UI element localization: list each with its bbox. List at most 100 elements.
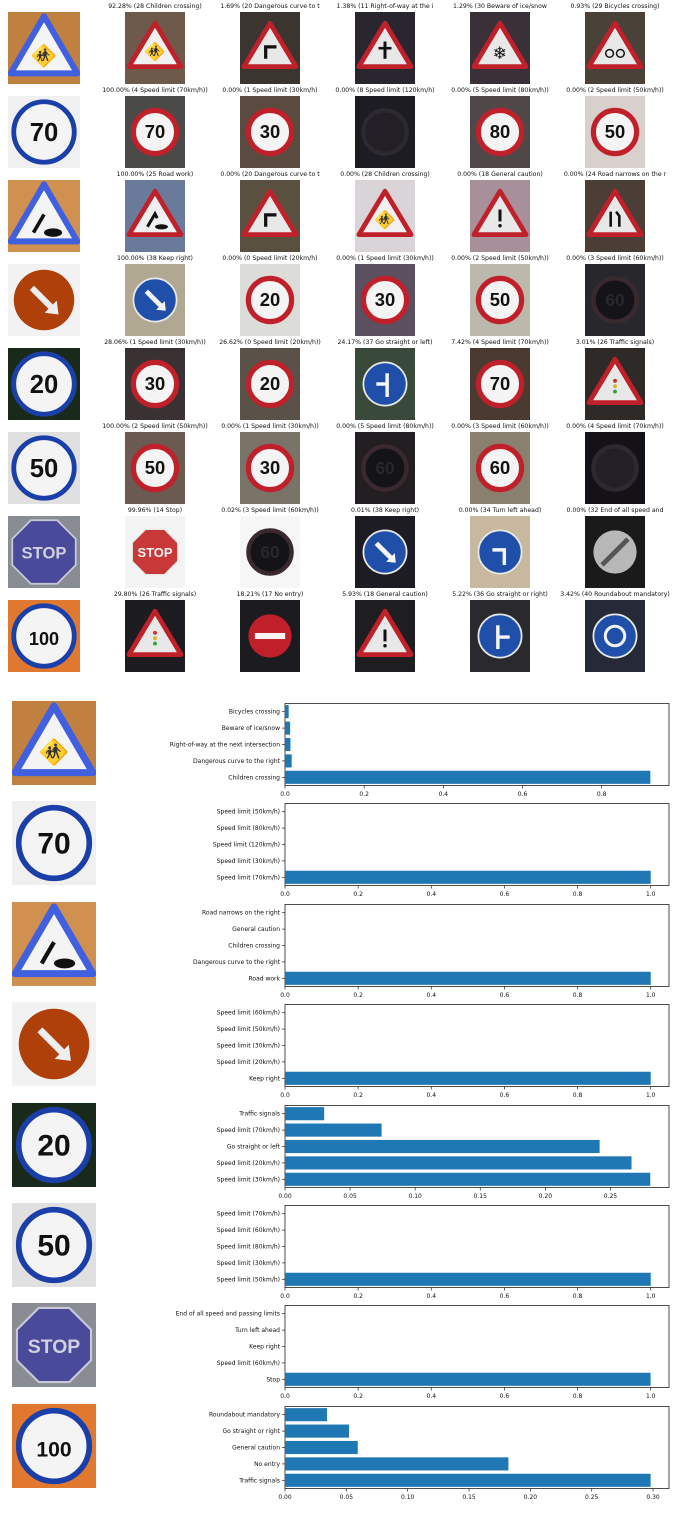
x-tick-label: 0.4 — [439, 791, 449, 798]
x-tick-label: 0.6 — [500, 1092, 510, 1099]
bar — [285, 1424, 350, 1438]
bar — [285, 1172, 651, 1186]
svg-text:🚸: 🚸 — [144, 42, 166, 63]
x-tick-label: 0.4 — [427, 992, 437, 999]
bar — [285, 1139, 600, 1154]
bar — [285, 1071, 651, 1085]
prediction-caption: 0.00% (5 Speed limit (80km/h)) — [336, 423, 434, 430]
x-tick-label: 0.8 — [573, 1293, 583, 1300]
x-tick-label: 0.6 — [500, 1293, 510, 1300]
svg-text:80: 80 — [490, 121, 510, 142]
y-tick-label: Speed limit (30km/h) — [217, 1260, 280, 1267]
y-tick-label: Go straight or left — [227, 1144, 281, 1151]
x-tick-label: 0.8 — [573, 1092, 583, 1099]
prediction-sign-image — [240, 600, 300, 672]
x-tick-label: 0.0 — [280, 1393, 290, 1400]
prediction-sign-image: ❄ — [470, 12, 530, 84]
prediction-sign-image: 🚸 — [125, 12, 185, 84]
y-tick-label: Stop — [266, 1376, 280, 1383]
prediction-sign-image — [355, 348, 415, 420]
prediction-caption: 0.00% (1 Speed limit (30km/h)) — [336, 255, 434, 262]
y-tick-label: Speed limit (30km/h) — [217, 1043, 280, 1050]
svg-text:🚸: 🚸 — [31, 43, 57, 68]
x-tick-label: 0.6 — [518, 791, 528, 798]
prediction-caption: 29.80% (26 Traffic signals) — [113, 591, 197, 598]
query-sign-image: 20 — [8, 348, 80, 420]
prediction-sign-image: 20 — [240, 264, 300, 336]
query-sign-image: 🚸 — [8, 12, 80, 84]
y-tick-label: General caution — [232, 1445, 280, 1452]
svg-text:30: 30 — [375, 289, 395, 310]
y-tick-label: Children crossing — [228, 943, 280, 950]
query-sign-image — [8, 264, 80, 336]
bar-chart: Keep right Speed limit (20km/h) Speed limi… — [217, 1004, 670, 1099]
prediction-caption: 0.02% (3 Speed limit (60km/h)) — [221, 507, 319, 514]
x-tick-label: 0.05 — [343, 1193, 357, 1200]
x-tick-label: 0.0 — [280, 1092, 290, 1099]
x-tick-label: 0.4 — [427, 1092, 437, 1099]
prediction-sign-image — [125, 180, 185, 252]
svg-text:30: 30 — [260, 121, 280, 142]
y-tick-label: End of all speed and passing limits — [176, 1311, 280, 1318]
prediction-sign-image — [240, 180, 300, 252]
bar-chart: Speed limit (30km/h) Speed limit (20km/h)… — [217, 1105, 670, 1200]
prediction-caption: 7.42% (4 Speed limit (70km/h)) — [451, 339, 549, 346]
bar — [285, 1473, 651, 1487]
x-tick-label: 0.6 — [500, 992, 510, 999]
y-tick-label: Speed limit (80km/h) — [217, 1244, 280, 1251]
x-tick-label: 0.0 — [280, 891, 290, 898]
svg-text:❄: ❄ — [493, 44, 507, 64]
prediction-sign-image: STOP — [125, 516, 185, 588]
svg-text:20: 20 — [260, 373, 280, 394]
bar — [285, 1408, 327, 1422]
x-tick-label: 1.0 — [646, 1092, 656, 1099]
svg-text:🚸: 🚸 — [374, 210, 396, 231]
y-tick-label: Traffic signals — [238, 1477, 280, 1484]
y-tick-label: Speed limit (50km/h) — [217, 1276, 280, 1283]
bar-chart: Stop Speed limit (60km/h) Keep right Turn l… — [176, 1305, 670, 1400]
x-tick-label: 0.10 — [401, 1494, 415, 1501]
y-tick-label: Speed limit (20km/h) — [217, 1059, 280, 1066]
x-tick-label: 0.20 — [539, 1193, 553, 1200]
prediction-sign-image: 60 — [470, 432, 530, 504]
prediction-caption: 0.00% (18 General caution) — [457, 171, 543, 178]
x-tick-label: 0.25 — [585, 1494, 599, 1501]
y-tick-label: Dangerous curve to the right — [193, 959, 281, 966]
bar — [285, 721, 291, 735]
svg-text:70: 70 — [30, 119, 59, 147]
svg-text:50: 50 — [30, 455, 59, 483]
prediction-sign-image — [585, 432, 645, 504]
y-tick-label: Speed limit (80km/h) — [217, 825, 280, 832]
prediction-caption: 0.00% (32 End of all speed and — [566, 507, 664, 514]
prediction-sign-image: 50 — [125, 432, 185, 504]
x-tick-label: 1.0 — [646, 891, 656, 898]
x-tick-label: 0.2 — [353, 1393, 363, 1400]
y-tick-label: Speed limit (70km/h) — [217, 1211, 280, 1218]
svg-text:60: 60 — [605, 290, 624, 310]
y-tick-label: Go straight or right — [222, 1428, 280, 1435]
prediction-sign-image — [355, 96, 415, 168]
prediction-sign-image: 30 — [240, 96, 300, 168]
y-tick-label: Speed limit (60km/h) — [217, 1010, 280, 1017]
svg-text:STOP: STOP — [137, 545, 172, 560]
svg-text:50: 50 — [490, 289, 510, 310]
svg-text:50: 50 — [145, 457, 165, 478]
prediction-sign-image: 60 — [240, 516, 300, 588]
query-sign-image: STOP — [8, 516, 80, 588]
x-tick-label: 0.4 — [427, 891, 437, 898]
x-tick-label: 0.25 — [604, 1193, 618, 1200]
prediction-sign-image — [585, 12, 645, 84]
x-tick-label: 0.0 — [280, 992, 290, 999]
prediction-sign-image: 80 — [470, 96, 530, 168]
svg-text:20: 20 — [260, 289, 280, 310]
y-tick-label: Speed limit (50km/h) — [217, 809, 280, 816]
prediction-caption: 1.29% (30 Beware of ice/snow — [453, 3, 547, 10]
x-tick-label: 1.0 — [646, 1293, 656, 1300]
prediction-caption: 0.00% (1 Speed limit (30km/h) — [222, 87, 318, 94]
y-tick-label: Road work — [249, 975, 281, 982]
prediction-caption: 0.00% (2 Speed limit (50km/h)) — [451, 255, 549, 262]
prediction-caption: 1.38% (11 Right-of-way at the i — [336, 3, 434, 10]
y-tick-label: Children crossing — [228, 774, 280, 781]
prediction-sign-image: 30 — [125, 348, 185, 420]
x-tick-label: 0.2 — [359, 791, 369, 798]
